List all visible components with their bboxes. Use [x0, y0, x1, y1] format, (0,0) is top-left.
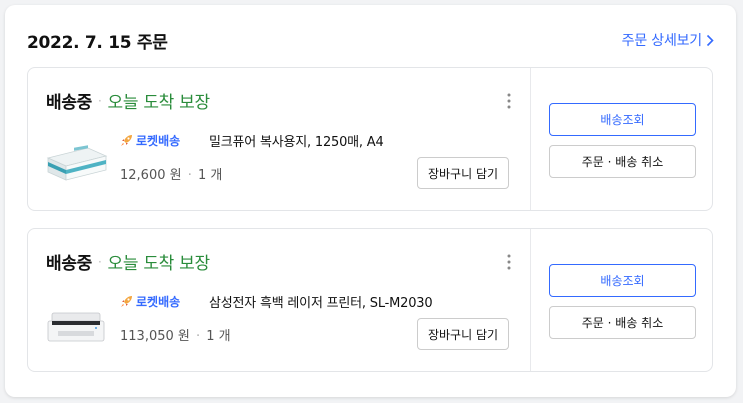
product-qty: 1 개	[206, 329, 231, 344]
rocket-delivery-badge: 로켓배송	[120, 293, 180, 310]
product-name[interactable]: 삼성전자 흑백 레이저 프린터, SL-M2030	[209, 292, 433, 311]
more-options-icon[interactable]	[502, 253, 516, 271]
order-item-card: 배송중 · 오늘 도착 보장	[27, 67, 713, 211]
item-actions: 배송조회 주문 · 배송 취소	[530, 229, 712, 371]
product-name[interactable]: 밀크퓨어 복사용지, 1250매, A4	[209, 131, 384, 150]
separator-dot: ·	[98, 93, 102, 108]
arrival-guarantee: 오늘 도착 보장	[107, 254, 211, 274]
add-to-cart-button[interactable]: 장바구니 담기	[417, 318, 509, 350]
rocket-badge-label: 로켓배송	[136, 295, 181, 309]
rocket-icon	[121, 296, 132, 307]
rocket-delivery-badge: 로켓배송	[120, 132, 180, 149]
order-detail-link[interactable]: 주문 상세보기	[622, 30, 714, 50]
rocket-icon	[121, 135, 132, 146]
order-date: 2022. 7. 15 주문	[27, 33, 168, 53]
product-price: 113,050 원	[120, 329, 190, 344]
product-price: 12,600 원	[120, 168, 182, 183]
price-qty: 113,050 원 · 1 개	[120, 325, 231, 344]
track-delivery-button[interactable]: 배송조회	[549, 264, 696, 297]
item-actions: 배송조회 주문 · 배송 취소	[530, 68, 712, 210]
separator-dot: ·	[191, 329, 205, 344]
separator-dot: ·	[98, 254, 102, 269]
add-to-cart-button[interactable]: 장바구니 담기	[417, 157, 509, 189]
cancel-order-button[interactable]: 주문 · 배송 취소	[549, 306, 696, 339]
rocket-badge-label: 로켓배송	[136, 134, 181, 148]
arrival-guarantee: 오늘 도착 보장	[107, 93, 211, 113]
order-detail-label: 주문 상세보기	[621, 33, 703, 49]
paper-box-image[interactable]	[44, 140, 110, 184]
order-panel: 2022. 7. 15 주문 주문 상세보기 배송중 · 오늘 도착 보장 로켓…	[5, 5, 736, 397]
status-label: 배송중	[46, 93, 93, 113]
item-info: 배송중 · 오늘 도착 보장	[28, 68, 530, 210]
product-qty: 1 개	[198, 168, 223, 183]
price-qty: 12,600 원 · 1 개	[120, 164, 222, 183]
delivery-status: 배송중 · 오늘 도착 보장	[46, 249, 210, 274]
chevron-right-icon	[706, 34, 714, 46]
item-info: 배송중 · 오늘 도착 보장	[28, 229, 530, 371]
printer-image[interactable]	[44, 301, 110, 345]
more-options-icon[interactable]	[502, 92, 516, 110]
separator-dot: ·	[183, 168, 196, 183]
order-item-card: 배송중 · 오늘 도착 보장	[27, 228, 713, 372]
status-label: 배송중	[46, 254, 93, 274]
track-delivery-button[interactable]: 배송조회	[549, 103, 696, 136]
delivery-status: 배송중 · 오늘 도착 보장	[46, 88, 210, 113]
cancel-order-button[interactable]: 주문 · 배송 취소	[549, 145, 696, 178]
